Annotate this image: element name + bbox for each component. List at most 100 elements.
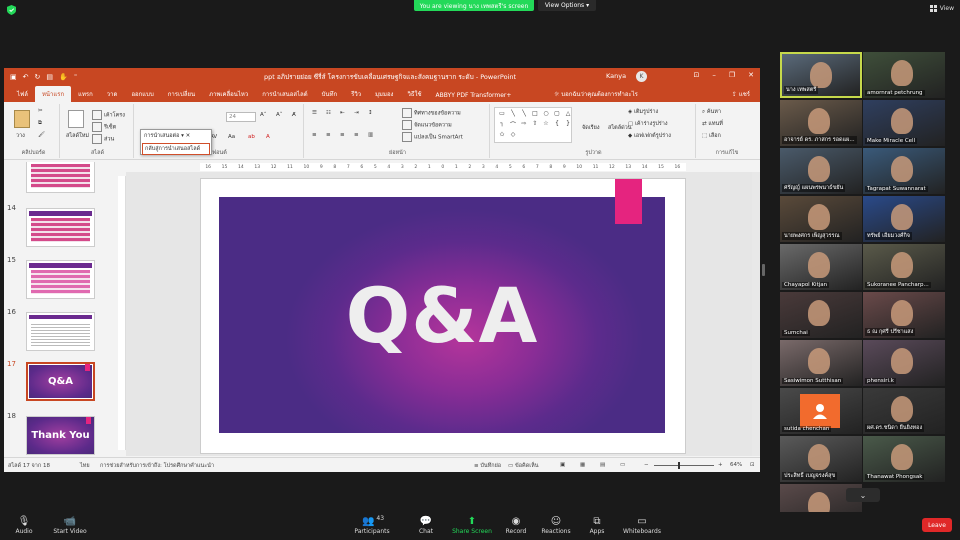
record-button[interactable]: ◉ Record (504, 514, 528, 536)
align-right-icon[interactable]: ≡ (340, 132, 345, 138)
slide-thumbnail-18[interactable]: Thank You (26, 416, 95, 455)
zoom-out-icon[interactable]: − (644, 462, 649, 468)
share-screen-button[interactable]: ⬆ Share Screen (452, 514, 492, 536)
cut-icon[interactable]: ✂ (38, 108, 43, 114)
participant-tile[interactable]: ผศ.ดร.ชนิดา ยืนยิ่งทอง (863, 388, 945, 434)
apps-button[interactable]: ⧉ Apps (586, 514, 608, 536)
participant-tile[interactable]: ทรัพย์ เอี่ยมวงศ์กิจ (863, 196, 945, 242)
tab-design[interactable]: ออกแบบ (124, 86, 160, 102)
customize-toolbar-icon[interactable]: ⁼ (74, 73, 78, 81)
shape-oval-icon[interactable]: ○ (541, 110, 551, 119)
participant-tile[interactable]: ประสิทธิ์ เบญจรงค์สุข (780, 436, 862, 482)
change-case-icon[interactable]: Aa (228, 134, 235, 140)
comments-button[interactable]: ▭ ข้อคิดเห็น (508, 462, 539, 470)
font-size-box[interactable]: 24 (226, 112, 256, 122)
align-left-icon[interactable]: ≡ (312, 132, 317, 138)
slide-thumbnail-13[interactable] (26, 162, 95, 193)
dropdown-item-continue[interactable]: การนำเสนอต่อ ▾ ✕ (141, 130, 211, 142)
shape-star-icon[interactable]: ☆ (541, 120, 551, 131)
undo-icon[interactable]: ↶ (23, 73, 29, 81)
ribbon-display-icon[interactable]: ⊡ (693, 71, 699, 79)
shape-arrow2-icon[interactable]: ⇧ (530, 120, 540, 131)
shape-effects-button[interactable]: ◆ เอฟเฟกต์รูปร่าง (628, 132, 671, 140)
participant-tile[interactable]: นาง เทพสตรี (780, 52, 862, 98)
participant-tile[interactable]: sutida chenchan (780, 388, 862, 434)
select-button[interactable]: ⬚ เลือก (702, 132, 721, 140)
shape-line-icon[interactable]: ╲ (508, 110, 518, 119)
shapes-gallery[interactable]: ▭ ╲ ╲ □ ○ ▢ △ ┐ ⌒ ⇨ ⇧ ☆{} ✩ ◇ (494, 107, 572, 143)
shrink-font-icon[interactable]: A˅ (276, 112, 283, 118)
slide-thumbnail-16[interactable] (26, 312, 95, 351)
tab-insert[interactable]: แทรก (71, 86, 100, 102)
align-center-icon[interactable]: ≡ (326, 132, 331, 138)
minimize-icon[interactable]: – (712, 71, 716, 79)
numbering-icon[interactable]: ☷ (326, 110, 331, 116)
share-button[interactable]: ⇪ แชร์ (732, 89, 750, 99)
participant-tile[interactable]: Thanawat Phongsak (863, 436, 945, 482)
participant-tile[interactable]: Chayapol Kitjan (780, 244, 862, 290)
fit-slide-icon[interactable]: ⊡ (750, 462, 755, 468)
shape-rounded-icon[interactable]: ▢ (552, 110, 562, 119)
participant-tile[interactable]: ธ ณ กุศรี ปรีชาแสง (863, 292, 945, 338)
shape-line2-icon[interactable]: ╲ (519, 110, 529, 119)
restore-icon[interactable]: ❐ (729, 71, 735, 79)
tab-file[interactable]: ไฟล์ (10, 86, 35, 102)
chat-button[interactable]: 💬 Chat (414, 514, 438, 536)
paste-button[interactable]: วาง (16, 132, 25, 140)
zoom-level[interactable]: 64% (730, 462, 742, 468)
increase-indent-icon[interactable]: ⇥ (354, 110, 359, 116)
slide-title-text[interactable]: Q&A (346, 271, 539, 360)
shape-elbow-icon[interactable]: ┐ (497, 120, 507, 131)
tab-help[interactable]: วิธีใช้ (400, 86, 428, 102)
arrange-button[interactable]: จัดเรียง (582, 124, 600, 132)
shape-flow-icon[interactable]: ◇ (508, 131, 518, 140)
clear-format-icon[interactable]: A̸ (292, 112, 296, 118)
zoom-slider[interactable] (654, 465, 714, 466)
bullets-icon[interactable]: ☰ (312, 110, 317, 116)
user-name[interactable]: Kanya (606, 72, 626, 80)
line-spacing-icon[interactable]: ↕ (368, 110, 373, 116)
participant-tile[interactable]: นายพงศกร เพ็ญสุวรรณ (780, 196, 862, 242)
whiteboards-button[interactable]: ▭ Whiteboards (622, 514, 662, 536)
new-slide-button[interactable]: สไลด์ใหม่ (66, 132, 89, 140)
reset-button[interactable]: รีเซ็ต (92, 122, 116, 132)
shape-rect-icon[interactable]: □ (530, 110, 540, 119)
tab-record[interactable]: บันทึก (315, 86, 345, 102)
participant-tile[interactable]: ศรัญญ์ แผนพรพนาธ์ขยัน (780, 148, 862, 194)
participant-tile[interactable]: amornrat petchrung (863, 52, 945, 98)
leave-button[interactable]: Leave (922, 518, 952, 532)
reading-view-icon[interactable]: ▤ (600, 462, 605, 468)
start-video-button[interactable]: 📹 Start Video (52, 514, 88, 536)
shield-icon[interactable] (7, 5, 16, 15)
participant-tile[interactable]: Sukoranee Pancharp... (863, 244, 945, 290)
close-icon[interactable]: ✕ (748, 71, 754, 79)
shape-outline-button[interactable]: ▢ เค้าร่างรูปร่าง (628, 120, 668, 128)
shape-curve-icon[interactable]: ⌒ (508, 120, 518, 131)
copy-icon[interactable]: ⧉ (38, 120, 42, 127)
justify-icon[interactable]: ≡ (354, 132, 359, 138)
tell-me-box[interactable]: ☼ บอกฉันว่าคุณต้องการทำอะไร (554, 89, 638, 99)
accessibility-status[interactable]: การช่วยสำหรับการเข้าถึง: โปรดศึกษาคำแนะน… (100, 462, 214, 470)
participant-tile[interactable]: อาจารย์ ดร. ภาสกร รอดแผ... (780, 100, 862, 146)
language-indicator[interactable]: ไทย (80, 462, 90, 470)
notes-button[interactable]: ≡ บันทึกย่อ (474, 462, 501, 470)
panel-splitter[interactable] (762, 264, 765, 276)
shape-brace-icon[interactable]: { (552, 120, 562, 131)
tab-abbyy[interactable]: ABBYY PDF Transformer+ (429, 89, 519, 102)
audio-button[interactable]: 🎙 Audio (12, 514, 36, 536)
present-icon[interactable]: ▤ (46, 73, 53, 81)
slide-thumbnail-14[interactable] (26, 208, 95, 247)
gallery-next-page-button[interactable]: ⌄ (846, 488, 880, 502)
slide-thumbnail-15[interactable] (26, 260, 95, 299)
save-icon[interactable]: ▣ (10, 73, 17, 81)
text-direction-button[interactable]: ทิศทางของข้อความ (402, 108, 461, 118)
slide-thumbnails-pane[interactable]: 14 15 16 17 Q&A 18 Thank You (4, 162, 108, 456)
tab-home[interactable]: หน้าแรก (34, 86, 72, 102)
find-button[interactable]: ⌕ ค้นหา (702, 108, 721, 116)
user-avatar[interactable]: K (636, 71, 647, 82)
participant-tile[interactable]: Make Miracle Cell (863, 100, 945, 146)
vertical-scrollbar[interactable] (752, 172, 760, 456)
layout-button[interactable]: เค้าโครง (92, 110, 125, 120)
tab-draw[interactable]: วาด (100, 86, 125, 102)
slide-sorter-icon[interactable]: ▦ (580, 462, 585, 468)
